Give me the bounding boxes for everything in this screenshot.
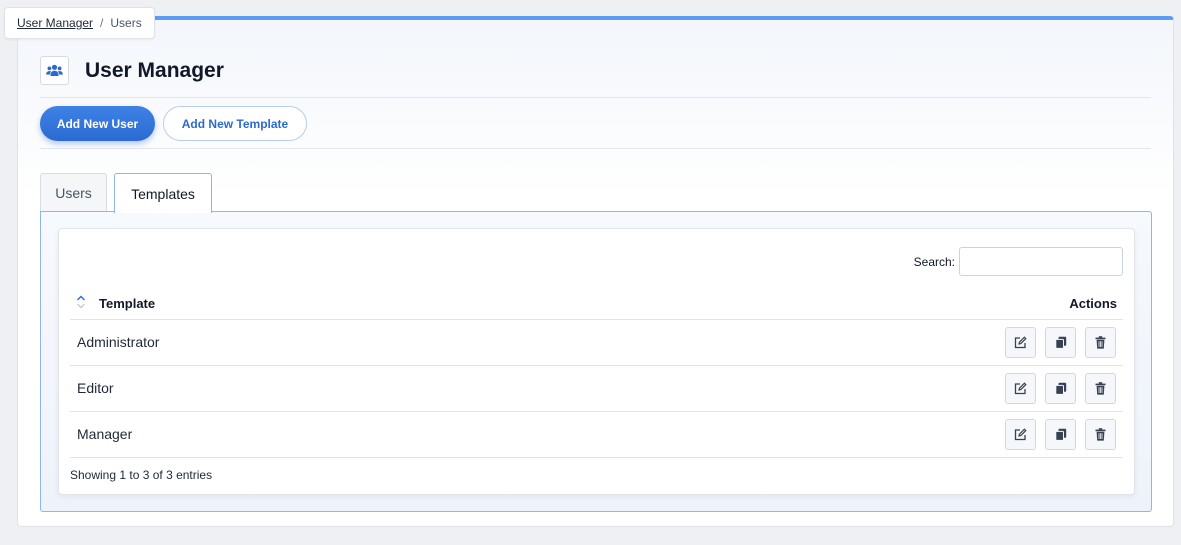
- trash-icon: [1095, 382, 1106, 395]
- copy-icon: [1054, 336, 1066, 349]
- table-info: Showing 1 to 3 of 3 entries: [70, 468, 213, 482]
- sort-icon[interactable]: [76, 294, 86, 315]
- tab-users[interactable]: Users: [40, 173, 107, 212]
- table-row: Manager: [70, 412, 1123, 458]
- breadcrumb-separator: /: [100, 16, 104, 30]
- copy-button[interactable]: [1045, 419, 1076, 450]
- main-panel: User Manager Add New User Add New Templa…: [17, 16, 1174, 527]
- breadcrumb-current: Users: [110, 16, 142, 30]
- template-name: Manager: [77, 426, 133, 442]
- table-row: Editor: [70, 366, 1123, 412]
- search-label: Search:: [913, 255, 955, 269]
- edit-button[interactable]: [1005, 373, 1036, 404]
- edit-icon: [1014, 382, 1027, 395]
- search-input[interactable]: [959, 247, 1123, 276]
- page-title: User Manager: [85, 58, 224, 82]
- template-name: Editor: [77, 380, 114, 396]
- edit-icon: [1014, 336, 1027, 349]
- users-icon: [40, 56, 69, 85]
- copy-icon: [1054, 428, 1066, 441]
- trash-icon: [1095, 336, 1106, 349]
- column-header-template[interactable]: Template: [99, 296, 155, 311]
- divider: [40, 97, 1151, 98]
- divider: [40, 148, 1151, 149]
- edit-button[interactable]: [1005, 327, 1036, 358]
- templates-table-card: Search: Template Actions Administrator E…: [58, 228, 1135, 495]
- template-name: Administrator: [77, 334, 160, 350]
- copy-button[interactable]: [1045, 327, 1076, 358]
- trash-icon: [1095, 428, 1106, 441]
- page-header: User Manager: [40, 56, 224, 85]
- breadcrumb: User Manager / Users: [4, 7, 155, 39]
- breadcrumb-link-user-manager[interactable]: User Manager: [17, 16, 93, 30]
- delete-button[interactable]: [1085, 419, 1116, 450]
- tab-templates[interactable]: Templates: [114, 173, 212, 213]
- edit-button[interactable]: [1005, 419, 1036, 450]
- table-row: Administrator: [70, 320, 1123, 366]
- copy-icon: [1054, 382, 1066, 395]
- delete-button[interactable]: [1085, 373, 1116, 404]
- templates-tab-panel: Search: Template Actions Administrator E…: [40, 211, 1152, 512]
- delete-button[interactable]: [1085, 327, 1116, 358]
- copy-button[interactable]: [1045, 373, 1076, 404]
- table-header: Template Actions: [70, 289, 1123, 320]
- column-header-actions: Actions: [1069, 296, 1117, 311]
- add-new-user-button[interactable]: Add New User: [40, 106, 155, 141]
- add-new-template-button[interactable]: Add New Template: [163, 106, 307, 141]
- edit-icon: [1014, 428, 1027, 441]
